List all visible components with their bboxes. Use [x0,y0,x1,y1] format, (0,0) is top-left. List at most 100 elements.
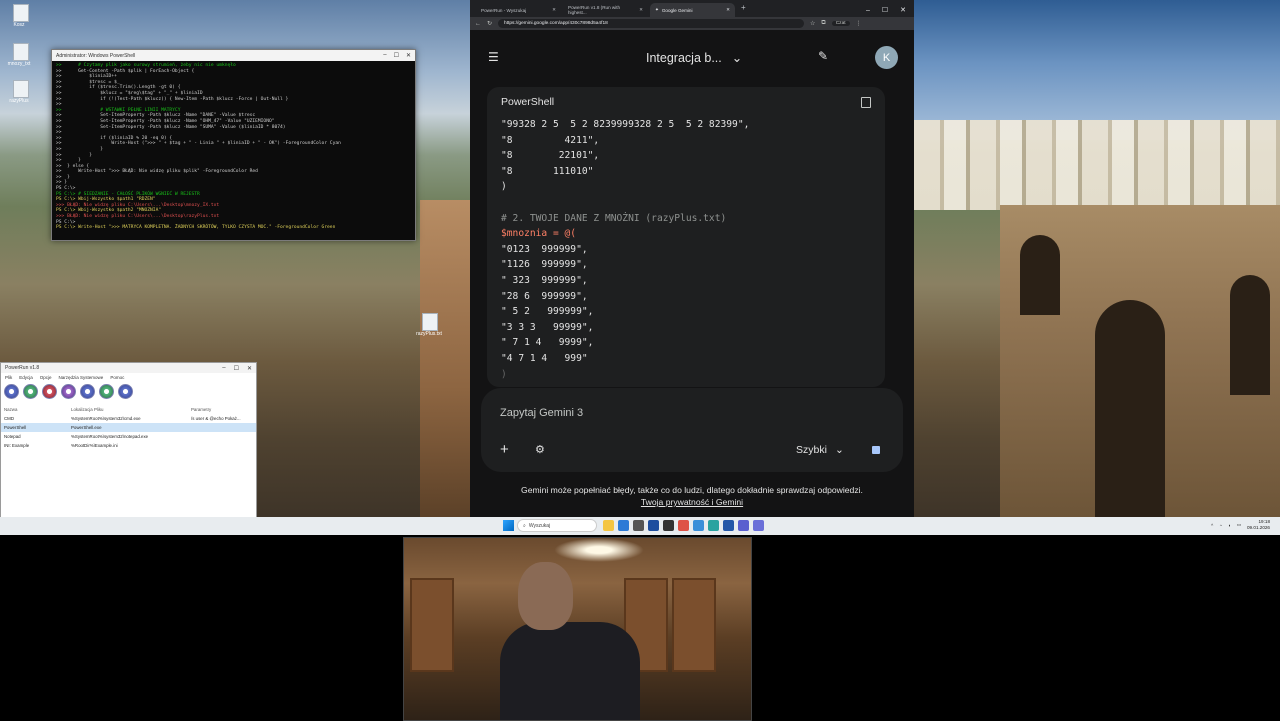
clock[interactable]: 19:18 09.01.2026 [1247,519,1270,531]
app-icon[interactable] [633,520,644,531]
bridge-arch [1230,275,1270,395]
minimize-icon[interactable]: – [866,7,870,14]
start-icon[interactable] [503,520,514,531]
app-icon[interactable] [648,520,659,531]
app-icon[interactable] [693,520,704,531]
close-tab-icon[interactable]: ✕ [726,7,730,13]
delete-icon[interactable] [42,383,57,399]
battery-icon[interactable]: ▭ [1237,522,1241,528]
text-file-icon[interactable] [13,43,29,61]
maximize-icon[interactable]: ☐ [394,52,399,59]
code-content: "99328 2 5 5 2 8239999328 2 5 5 2 82399"… [487,117,885,382]
edge-icon[interactable] [618,520,629,531]
taskbar-search[interactable]: ⌕ Wyszukaj [517,519,597,532]
prompt-input[interactable]: Zapytaj Gemini 3 [500,407,583,419]
mode-selector[interactable]: Szybki ⌄ [796,444,844,456]
back-icon[interactable]: ← [475,21,481,27]
code-line: $mnoznia = @( [501,228,577,240]
menu-options[interactable]: Opcje [40,375,52,380]
network-icon[interactable]: ◔ [1219,523,1222,528]
taskbar: ⌕ Wyszukaj ^ ◔ ◖ ▭ 19:18 09.01.2026 [0,517,1280,535]
run-icon[interactable] [23,383,38,399]
powershell-console[interactable]: >> # Czytamy plik jako surowy strumień, … [52,61,415,239]
menu-edit[interactable]: Edycja [19,375,33,380]
menu-file[interactable]: Plik [5,375,12,380]
item-path: %SystemRoot%\system32\notepad.exe [71,434,149,439]
tab-powerrun-search[interactable]: PowerRun - Wyszukaj ✕ [476,3,561,17]
app-icon[interactable] [708,520,719,531]
tab-label: Google Gemini [661,7,693,13]
tools-icon[interactable]: ⚙ [535,443,545,456]
maximize-icon[interactable]: ☐ [882,6,888,14]
add-attachment-icon[interactable]: + [500,441,509,458]
stop-generation-button[interactable] [872,446,880,454]
code-line: ) [501,181,507,193]
app-icon[interactable] [753,520,764,531]
star-icon[interactable]: ☆ [810,20,815,27]
powershell-window[interactable]: Administrator: Windows PowerShell – ☐ ✕ … [51,49,416,241]
menu-system-tools[interactable]: Narzędzia Systemowe [59,375,104,380]
refresh-icon[interactable] [118,383,133,399]
powershell-titlebar[interactable]: Administrator: Windows PowerShell – ☐ ✕ [52,50,415,61]
close-icon[interactable]: ✕ [406,52,411,59]
list-item[interactable]: Notepad %SystemRoot%\system32\notepad.ex… [1,432,256,441]
file-explorer-icon[interactable] [603,520,614,531]
list-item[interactable]: PowerShell PowerShell.exe [1,423,256,432]
properties-icon[interactable] [61,383,76,399]
column-header[interactable]: Parametry [191,407,259,412]
desktop-icon-label: mnozy_txt [7,61,31,67]
column-header[interactable]: Lokalizacja Pliku [71,407,191,412]
list-item[interactable]: INI: Example %RootDir%\Example.ini [1,441,256,450]
powerrun-toolbar [1,381,256,401]
webcam-feed [403,537,752,721]
menu-icon[interactable]: ☰ [488,50,499,64]
minimize-icon[interactable]: – [383,52,386,59]
chrome-icon[interactable] [678,520,689,531]
code-header: PowerShell [487,87,885,117]
powerrun-titlebar[interactable]: PowerRun v1.8 – ☐ ✕ [1,363,256,373]
app-icon[interactable] [663,520,674,531]
new-tab-icon[interactable]: + [737,3,750,17]
minimize-icon[interactable]: – [222,365,225,372]
maximize-icon[interactable]: ☐ [234,365,239,372]
close-icon[interactable]: ✕ [900,6,906,14]
app-icon[interactable] [738,520,749,531]
copy-icon[interactable] [861,96,871,108]
code-line: "8 22101", [501,150,600,162]
tab-gemini[interactable]: ✦ Google Gemini ✕ [650,3,735,17]
chevron-down-icon: ⌄ [834,444,844,456]
text-file-icon[interactable] [13,80,29,98]
column-header[interactable]: Nazwa [4,407,71,412]
chevron-up-icon[interactable]: ^ [1211,523,1213,528]
wallpaper-town [914,120,1280,210]
tab-powerrun-page[interactable]: PowerRun v1.8 (Run with highest... ✕ [563,3,648,17]
privacy-link[interactable]: Twoja prywatność i Gemini [641,497,743,507]
settings-icon[interactable] [80,383,95,399]
shortcut-icon[interactable] [99,383,114,399]
search-icon: ⌕ [523,522,526,529]
search-placeholder: Wyszukaj [528,522,551,529]
avatar[interactable]: K [875,46,898,69]
menu-dots-icon[interactable]: ⋮ [856,20,862,27]
mode-label: Szybki [796,444,827,456]
cabinet [410,578,454,672]
powershell-icon[interactable] [723,520,734,531]
add-entry-icon[interactable] [4,383,19,399]
extensions-icon[interactable]: ⧉ [821,20,825,27]
powerrun-menubar: Plik Edycja Opcje Narzędzia Systemowe Po… [1,373,256,381]
new-chat-icon[interactable]: ✎ [818,49,828,63]
conversation-title-dropdown[interactable]: Integracja b... ⌄ [646,50,742,66]
recycle-bin-icon[interactable] [13,4,29,22]
close-tab-icon[interactable]: ✕ [552,7,556,13]
volume-icon[interactable]: ◖ [1228,523,1231,528]
profile-chip[interactable]: Czat [831,21,850,26]
close-tab-icon[interactable]: ✕ [639,7,643,13]
address-bar[interactable]: https://gemini.google.com/app/430c7898d5… [498,19,805,28]
menu-help[interactable]: Pomoc [110,375,124,380]
list-item[interactable]: CMD %SystemRoot%\system32\cmd.exe /s use… [1,414,256,423]
close-icon[interactable]: ✕ [247,365,252,372]
reload-icon[interactable]: ↻ [487,20,492,27]
taskbar-apps [603,520,764,531]
text-file-icon[interactable] [422,313,438,331]
powerrun-window[interactable]: PowerRun v1.8 – ☐ ✕ Plik Edycja Opcje Na… [0,362,257,519]
